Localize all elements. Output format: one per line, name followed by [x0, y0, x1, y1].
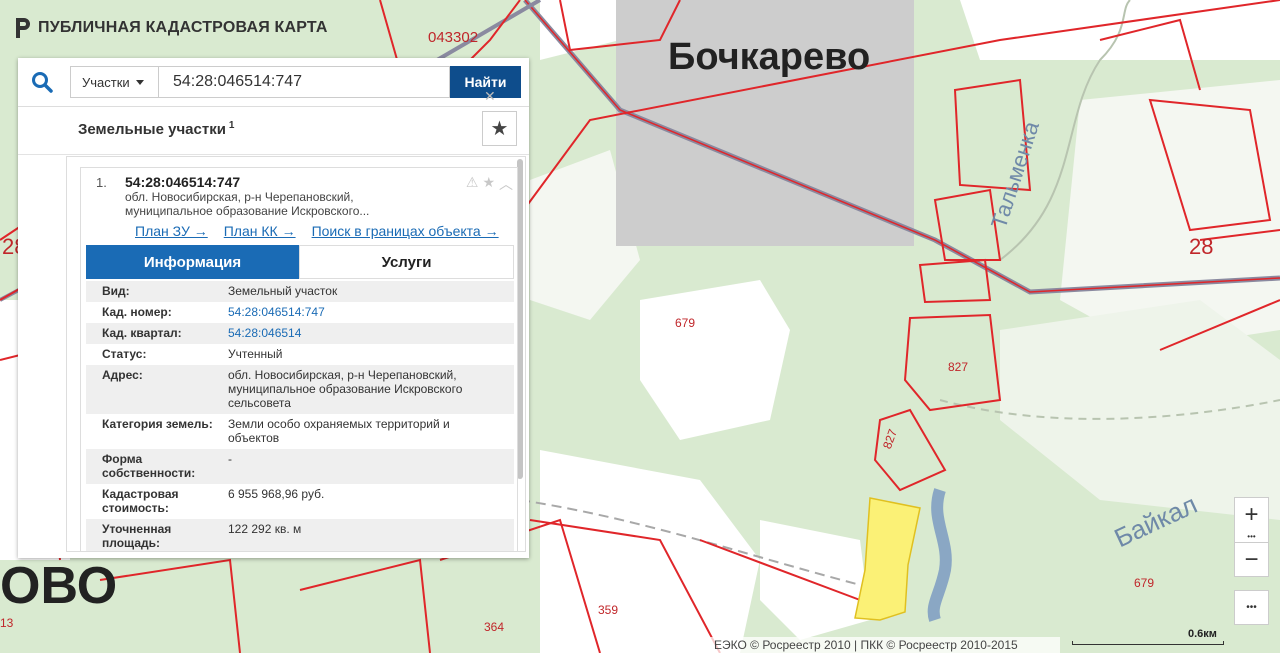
chevron-up-icon[interactable]: ︿ [499, 174, 513, 194]
attribution: ЕЭКО © Росреестр 2010 | ПКК © Росреестр … [700, 637, 1060, 653]
detail-row: Кад. квартал: 54:28:046514 [86, 323, 514, 344]
results-count: 1 [228, 120, 235, 131]
detail-value: 6 955 968,96 руб. [228, 487, 325, 501]
detail-value: обл. Новосибирская, р-н Черепановский, м… [228, 368, 463, 410]
scale-bar [1072, 641, 1224, 645]
close-icon[interactable]: ✕ [484, 88, 496, 105]
search-bar: Участки 54:28:046514:747 Найти ✕ [18, 58, 529, 107]
result-index: 1. [96, 175, 107, 190]
app-header: ПУБЛИЧНАЯ КАДАСТРОВАЯ КАРТА [14, 18, 328, 38]
zoom-in-button[interactable]: + [1234, 497, 1269, 532]
detail-row: Категория земель: Земли особо охраняемых … [86, 414, 514, 449]
detail-key: Статус: [102, 347, 147, 361]
detail-value: Учтенный [228, 347, 283, 361]
result-address: обл. Новосибирская, р-н Черепановский, м… [125, 190, 405, 218]
app-title: ПУБЛИЧНАЯ КАДАСТРОВАЯ КАРТА [38, 19, 328, 36]
detail-row: Кадастровая стоимость: 6 955 968,96 руб. [86, 484, 514, 519]
detail-key: Кад. номер: [102, 305, 172, 319]
result-links: План ЗУ → План КК → Поиск в границах объ… [135, 223, 499, 239]
detail-tabs: Информация Услуги [86, 245, 514, 279]
detail-row: Адрес: обл. Новосибирская, р-н Черепановс… [86, 365, 514, 414]
card-icons: ⚠ ★ ︿ [466, 174, 513, 194]
detail-row: Уточненная площадь: 122 292 кв. м [86, 519, 514, 551]
star-icon[interactable]: ★ [482, 174, 495, 194]
detail-value-link[interactable]: 54:28:046514:747 [228, 305, 514, 319]
more-options-button[interactable]: ••• [1234, 590, 1269, 625]
result-card[interactable]: 1. 54:28:046514:747 обл. Новосибирская, … [80, 167, 518, 551]
search-type-label: Участки [82, 74, 130, 90]
detail-key: Кадастровая стоимость: [102, 487, 179, 515]
result-cadastral-number[interactable]: 54:28:046514:747 [125, 174, 240, 190]
search-type-select[interactable]: Участки [70, 66, 158, 98]
detail-key: Категория земель: [102, 417, 213, 431]
detail-key: Вид: [102, 284, 130, 298]
search-in-bounds-link[interactable]: Поиск в границах объекта → [312, 223, 499, 239]
detail-value: - [228, 452, 232, 466]
detail-row: Форма собственности: - [86, 449, 514, 484]
result-address-line: обл. Новосибирская, р-н Черепановский, [125, 190, 354, 204]
results-title-text: Земельные участки [78, 121, 226, 138]
scale-label: 0.6км [1188, 628, 1217, 640]
detail-key: Адрес: [102, 368, 143, 382]
detail-row: Кад. номер: 54:28:046514:747 [86, 302, 514, 323]
zoom-levels-button[interactable]: ••• [1234, 530, 1269, 542]
details-table: Вид: Земельный участок Кад. номер: 54:28:0… [86, 281, 514, 551]
tab-info[interactable]: Информация [86, 245, 299, 279]
search-panel: Участки 54:28:046514:747 Найти ✕ Земельн… [18, 58, 529, 558]
tab-services[interactable]: Услуги [299, 245, 514, 279]
detail-value: 122 292 кв. м [228, 522, 302, 536]
logo-icon [16, 18, 30, 38]
detail-value: Земельный участок [228, 284, 338, 298]
detail-key: Уточненная площадь: [102, 522, 172, 550]
plan-zu-link[interactable]: План ЗУ → [135, 223, 208, 239]
detail-key: Кад. квартал: [102, 326, 182, 340]
chevron-down-icon [135, 79, 144, 85]
results-title: Земельные участки 1 [78, 120, 234, 138]
search-input[interactable]: 54:28:046514:747 [158, 66, 450, 98]
results-list[interactable]: 1. 54:28:046514:747 обл. Новосибирская, … [66, 156, 526, 552]
detail-value: Земли особо охраняемых территорий и объе… [228, 417, 450, 445]
search-icon[interactable] [30, 70, 54, 94]
warning-icon[interactable]: ⚠ [466, 174, 479, 194]
detail-row: Вид: Земельный участок [86, 281, 514, 302]
detail-row: Статус: Учтенный [86, 344, 514, 365]
detail-key: Форма собственности: [102, 452, 196, 480]
favorite-star-button[interactable]: ★ [482, 111, 517, 146]
plan-kk-link[interactable]: План КК → [224, 223, 296, 239]
result-address-line: муниципальное образование Искровского... [125, 204, 370, 218]
zoom-out-button[interactable]: − [1234, 542, 1269, 577]
detail-value-link[interactable]: 54:28:046514 [228, 326, 514, 340]
